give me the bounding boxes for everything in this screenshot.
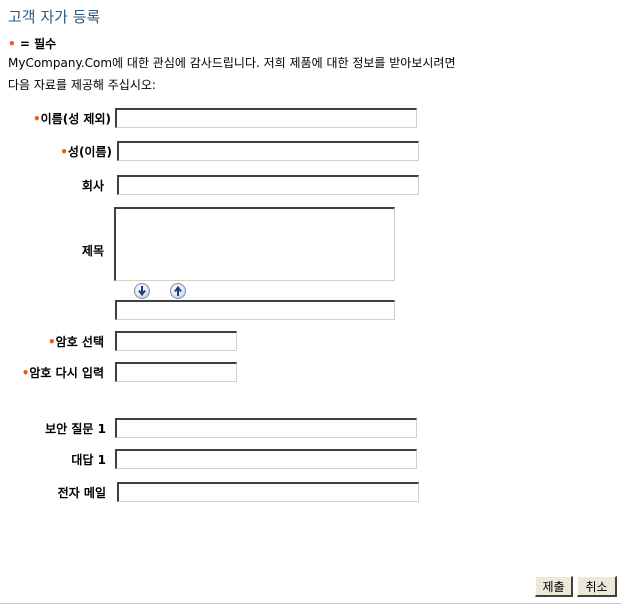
company-label: 회사 (81, 179, 104, 193)
security-question-label: 보안 질문 1 (45, 422, 106, 436)
email-label: 전자 메일 (57, 486, 106, 500)
bottom-divider (0, 603, 621, 604)
last-name-label-text: 성(이름) (67, 145, 112, 159)
password-confirm-label: •암호 다시 입력 (0, 364, 104, 382)
arrow-up-circle-icon (174, 286, 182, 296)
password-input[interactable] (115, 331, 237, 351)
required-bullet-icon: • (8, 37, 16, 51)
email-input[interactable] (117, 482, 419, 502)
last-name-input[interactable] (117, 141, 419, 161)
move-up-button[interactable] (170, 283, 186, 299)
intro-line-1: MyCompany.Com에 대한 관심에 감사드립니다. 저희 제품에 대한 … (8, 56, 456, 70)
subject-input[interactable] (115, 300, 395, 320)
submit-button[interactable]: 제출 (535, 576, 573, 597)
security-question-input[interactable] (115, 418, 417, 438)
subject-listbox[interactable] (114, 207, 395, 281)
password-confirm-label-text: 암호 다시 입력 (29, 366, 104, 380)
first-name-label-text: 이름(성 제외) (40, 112, 111, 126)
required-legend-text: = 필수 (19, 37, 57, 51)
page-title: 고객 자가 등록 (8, 8, 101, 26)
last-name-label: •성(이름) (0, 143, 112, 161)
required-bullet-icon: • (47, 335, 56, 349)
password-confirm-input[interactable] (115, 362, 237, 382)
first-name-input[interactable] (115, 108, 417, 128)
password-label: •암호 선택 (0, 333, 104, 351)
cancel-button[interactable]: 취소 (577, 576, 617, 597)
required-bullet-icon: • (32, 112, 41, 126)
company-input[interactable] (117, 175, 419, 195)
move-down-button[interactable] (134, 283, 150, 299)
answer-input[interactable] (115, 449, 417, 469)
arrow-down-circle-icon (138, 286, 146, 296)
required-bullet-icon: • (60, 145, 68, 159)
first-name-label: •이름(성 제외) (0, 110, 111, 128)
password-label-text: 암호 선택 (55, 335, 104, 349)
subject-label: 제목 (81, 244, 104, 258)
required-legend: • = 필수 (8, 35, 56, 52)
answer-label: 대답 1 (71, 453, 106, 467)
intro-line-2: 다음 자료를 제공해 주십시오: (8, 78, 156, 92)
